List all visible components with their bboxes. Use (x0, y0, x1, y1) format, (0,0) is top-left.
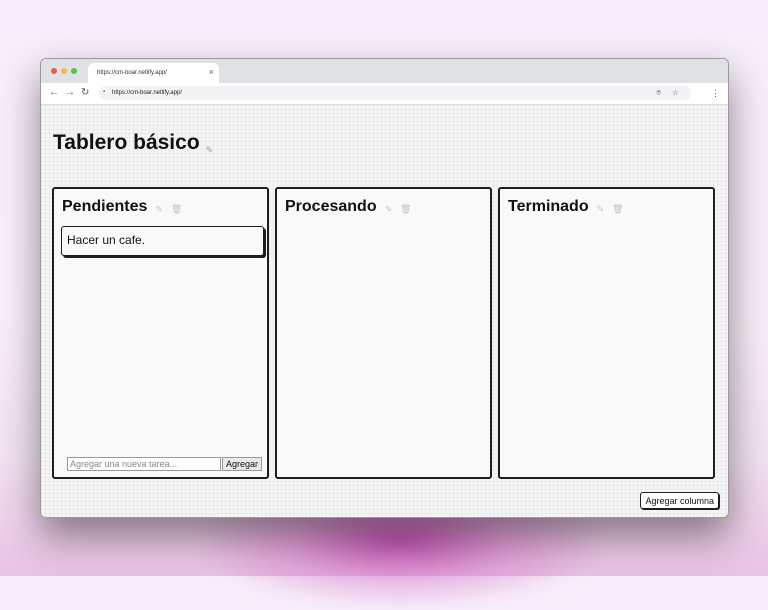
column-header: Procesando ✎ 🗑 (285, 198, 412, 216)
column-title: Pendientes (62, 198, 148, 215)
share-icon[interactable]: ⍟ (656, 88, 661, 98)
task-card[interactable]: Hacer un cafe. (61, 226, 264, 256)
add-column-button[interactable]: Agregar columna (640, 492, 719, 509)
maximize-window-button[interactable] (71, 68, 77, 74)
edit-icon[interactable]: ✎ (155, 204, 163, 214)
lock-icon: ▪ (103, 89, 106, 95)
column-actions: ✎ 🗑 (597, 204, 624, 214)
window-controls (51, 68, 77, 74)
address-url: https://cm-boar.netlify.app/ (112, 90, 182, 96)
trash-icon[interactable]: 🗑 (171, 204, 182, 214)
trash-icon[interactable]: 🗑 (612, 204, 623, 214)
minimize-window-button[interactable] (61, 68, 67, 74)
close-window-button[interactable] (51, 68, 57, 74)
navigation-bar: ← → ↻ ▪ https://cm-boar.netlify.app/ ⍟ ☆… (41, 83, 728, 105)
board-title-text: Tablero básico (53, 131, 200, 154)
trash-icon[interactable]: 🗑 (400, 204, 411, 214)
page-content: Tablero básico ✎ Pendientes ✎ 🗑 Hacer un… (41, 105, 728, 517)
tab-title: https://cm-boar.netlify.app/ (97, 70, 167, 76)
column-pendientes: Pendientes ✎ 🗑 Hacer un cafe. Agregar (52, 187, 269, 479)
column-header: Terminado ✎ 🗑 (508, 198, 624, 216)
kebab-menu-icon[interactable]: ⋮ (711, 87, 720, 99)
tab-bar: https://cm-boar.netlify.app/ × (41, 59, 728, 83)
column-procesando: Procesando ✎ 🗑 (275, 187, 492, 479)
column-title: Terminado (508, 198, 589, 215)
star-icon[interactable]: ☆ (672, 88, 679, 97)
task-text: Hacer un cafe. (67, 233, 146, 247)
forward-arrow-icon[interactable]: → (65, 87, 75, 99)
reload-icon[interactable]: ↻ (81, 87, 89, 99)
column-title: Procesando (285, 198, 377, 215)
browser-tab[interactable]: https://cm-boar.netlify.app/ × (88, 63, 219, 83)
back-arrow-icon[interactable]: ← (49, 87, 59, 99)
edit-icon[interactable]: ✎ (385, 204, 393, 214)
column-actions: ✎ 🗑 (385, 204, 412, 214)
board-title: Tablero básico ✎ (53, 131, 213, 155)
address-bar[interactable]: ▪ https://cm-boar.netlify.app/ ⍟ ☆ (99, 86, 691, 100)
column-actions: ✎ 🗑 (155, 204, 182, 214)
tab-close-icon[interactable]: × (209, 67, 214, 77)
column-header: Pendientes ✎ 🗑 (62, 198, 182, 216)
edit-icon[interactable]: ✎ (206, 145, 214, 155)
new-task-input[interactable] (67, 457, 221, 471)
browser-window: https://cm-boar.netlify.app/ × ← → ↻ ▪ h… (40, 58, 729, 518)
edit-icon[interactable]: ✎ (597, 204, 605, 214)
add-task-button[interactable]: Agregar (222, 457, 263, 471)
new-task-form: Agregar (67, 457, 263, 471)
column-terminado: Terminado ✎ 🗑 (498, 187, 715, 479)
